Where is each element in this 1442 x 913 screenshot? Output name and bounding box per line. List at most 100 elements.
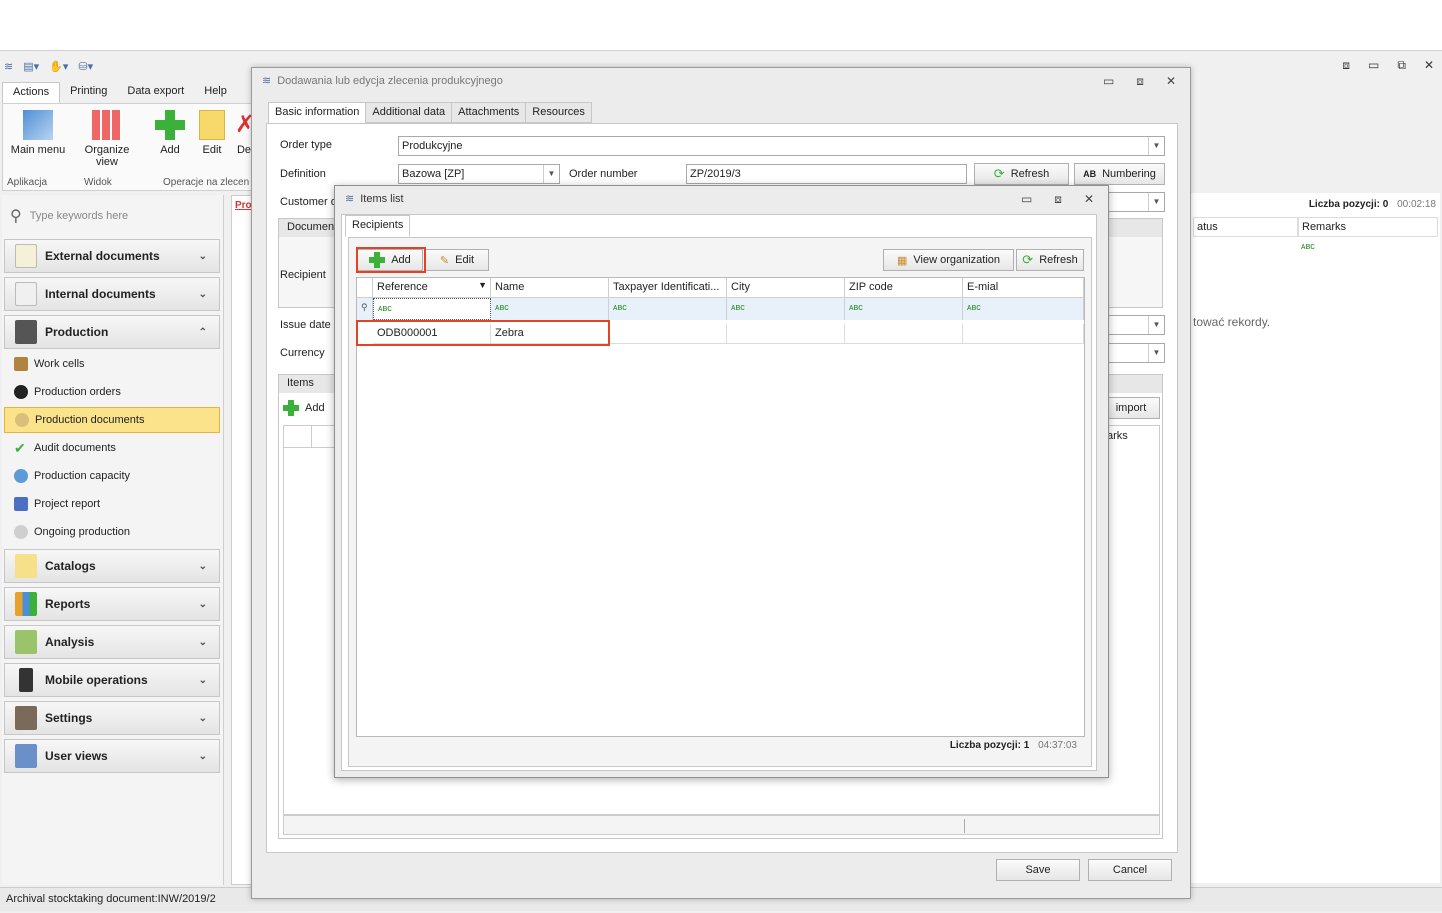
view-organization-button[interactable]: ▦ View organization [883,249,1014,271]
edit-button[interactable]: Edit [197,110,227,156]
recipients-grid: Reference ▼ Name Taxpayer Identificati..… [356,277,1085,737]
filter-email-input[interactable]: ᴀʙᴄ [963,298,1084,320]
dialog-tabs: Basic information Additional data Attach… [268,102,592,124]
col-zip-code[interactable]: ZIP code [845,278,963,298]
chevron-up-icon: ⌃ [198,326,207,338]
highlight-recipient-row [356,320,610,346]
chevron-down-icon[interactable]: ▼ [543,165,559,183]
items-add-button[interactable]: Add [283,397,335,419]
report-icon [14,497,28,511]
restore-icon[interactable]: ⧉ [1397,58,1406,73]
order-number-field[interactable]: ZP/2019/3 [686,164,967,184]
recipients-edit-button[interactable]: ✎ Edit [425,249,489,271]
col-remarks[interactable]: arks [1107,430,1128,442]
col-reference[interactable]: Reference ▼ [373,278,491,298]
organize-view-button[interactable]: Organize view [79,110,135,168]
filter-name-input[interactable]: ᴀʙᴄ [491,298,609,320]
analysis-icon [15,630,37,654]
order-type-select[interactable]: Produkcyjne ▼ [398,136,1165,156]
filter-reference-input[interactable]: ᴀʙᴄ [373,298,491,320]
main-menu-button[interactable]: Main menu [9,110,67,156]
nav-analysis[interactable]: Analysis ⌄ [4,625,220,659]
restore-icon[interactable]: ⧈ [1136,74,1144,89]
table-row-taxpayer[interactable] [609,324,727,344]
currency-select[interactable]: ▼ [1107,343,1165,363]
nav-reports[interactable]: Reports ⌄ [4,587,220,621]
filter-icon[interactable]: ▼ [478,280,487,290]
col-remarks[interactable]: Remarks [1298,217,1438,237]
close-icon[interactable]: ✕ [1166,74,1176,89]
filter-zip-input[interactable]: ᴀʙᴄ [845,298,963,320]
chevron-down-icon[interactable]: ▼ [1148,316,1164,334]
save-button[interactable]: Save [996,859,1080,881]
chevron-down-icon: ⌄ [198,250,207,262]
search-box[interactable]: ⚲ Type keywords here [10,205,210,227]
table-row-zip[interactable] [845,324,963,344]
focus-icon[interactable]: ⧈ [1342,58,1350,73]
restore-icon[interactable]: ⧈ [1054,192,1062,207]
issue-date-field[interactable]: ▼ [1107,315,1165,335]
tab-printing[interactable]: Printing [60,82,117,103]
tab-basic-information[interactable]: Basic information [268,102,367,124]
pro-tab[interactable]: Pro [235,200,252,211]
app-logo-icon[interactable]: ≋ [4,60,13,73]
chevron-down-icon[interactable]: ▼ [1148,137,1164,155]
import-button[interactable]: import [1102,397,1160,419]
col-name[interactable]: Name [491,278,609,298]
refresh-button[interactable]: ⟳ Refresh [974,163,1069,185]
tab-help[interactable]: Help [194,82,237,103]
add-button[interactable]: Add [153,110,187,156]
nav-work-cells[interactable]: Work cells [4,351,220,377]
minimize-icon[interactable]: ▭ [1368,58,1379,73]
dialog-title: ≋ Dodawania lub edycja zlecenia produkcy… [262,74,503,88]
filter-city-input[interactable]: ᴀʙᴄ [727,298,845,320]
ribbon-tabs: Actions Printing Data export Help [2,82,237,103]
definition-select[interactable]: Bazowa [ZP] ▼ [398,164,560,184]
table-row-email[interactable] [963,324,1084,344]
document-icon [15,282,37,306]
nav-external-documents[interactable]: External documents ⌄ [4,239,220,273]
tab-attachments[interactable]: Attachments [451,102,527,123]
col-status[interactable]: atus [1193,217,1298,237]
cancel-button[interactable]: Cancel [1088,859,1172,881]
filter-taxpayer-input[interactable]: ᴀʙᴄ [609,298,727,320]
tab-data-export[interactable]: Data export [117,82,194,103]
nav-mobile-operations[interactable]: Mobile operations ⌄ [4,663,220,697]
nav-internal-documents[interactable]: Internal documents ⌄ [4,277,220,311]
nav-production[interactable]: Production ⌃ [4,315,220,349]
col-taxpayer-id[interactable]: Taxpayer Identificati... [609,278,727,298]
nav-production-documents[interactable]: Production documents [4,407,220,433]
nav-production-orders[interactable]: Production orders [4,379,220,405]
tab-additional-data[interactable]: Additional data [365,102,453,123]
chevron-down-icon[interactable]: ▼ [1148,344,1164,362]
close-icon[interactable]: ✕ [1424,58,1434,73]
chevron-down-icon[interactable]: ▼ [1148,193,1164,211]
main-menu-icon [23,110,53,140]
numbering-button[interactable]: AB Numbering [1074,163,1165,185]
tab-actions[interactable]: Actions [2,82,61,103]
folder-icon [15,554,37,578]
layout-icon[interactable]: ▤▾ [23,60,39,73]
db-icon[interactable]: ⛁▾ [78,60,93,73]
nav-project-report[interactable]: Project report [4,491,220,517]
nav-settings[interactable]: Settings ⌄ [4,701,220,735]
nav-production-capacity[interactable]: Production capacity [4,463,220,489]
chevron-down-icon: ⌄ [198,712,207,724]
minimize-icon[interactable]: ▭ [1103,74,1114,89]
nav-audit-documents[interactable]: ✔ Audit documents [4,435,220,461]
recipients-refresh-button[interactable]: ⟳ Refresh [1016,249,1084,271]
nav-catalogs[interactable]: Catalogs ⌄ [4,549,220,583]
table-row-city[interactable] [727,324,845,344]
filter-remarks[interactable]: ᴀʙᴄ [1301,241,1315,251]
hand-icon[interactable]: ✋▾ [49,60,68,73]
close-icon[interactable]: ✕ [1084,192,1094,207]
search-input[interactable]: Type keywords here [30,210,128,222]
nav-ongoing-production[interactable]: Ongoing production [4,519,220,545]
col-city[interactable]: City [727,278,845,298]
nav-user-views[interactable]: User views ⌄ [4,739,220,773]
customer-select[interactable]: ▼ [1107,192,1165,212]
col-email[interactable]: E-mial [963,278,1084,298]
tab-recipients[interactable]: Recipients [345,215,411,237]
tab-resources[interactable]: Resources [525,102,592,123]
minimize-icon[interactable]: ▭ [1021,192,1032,207]
